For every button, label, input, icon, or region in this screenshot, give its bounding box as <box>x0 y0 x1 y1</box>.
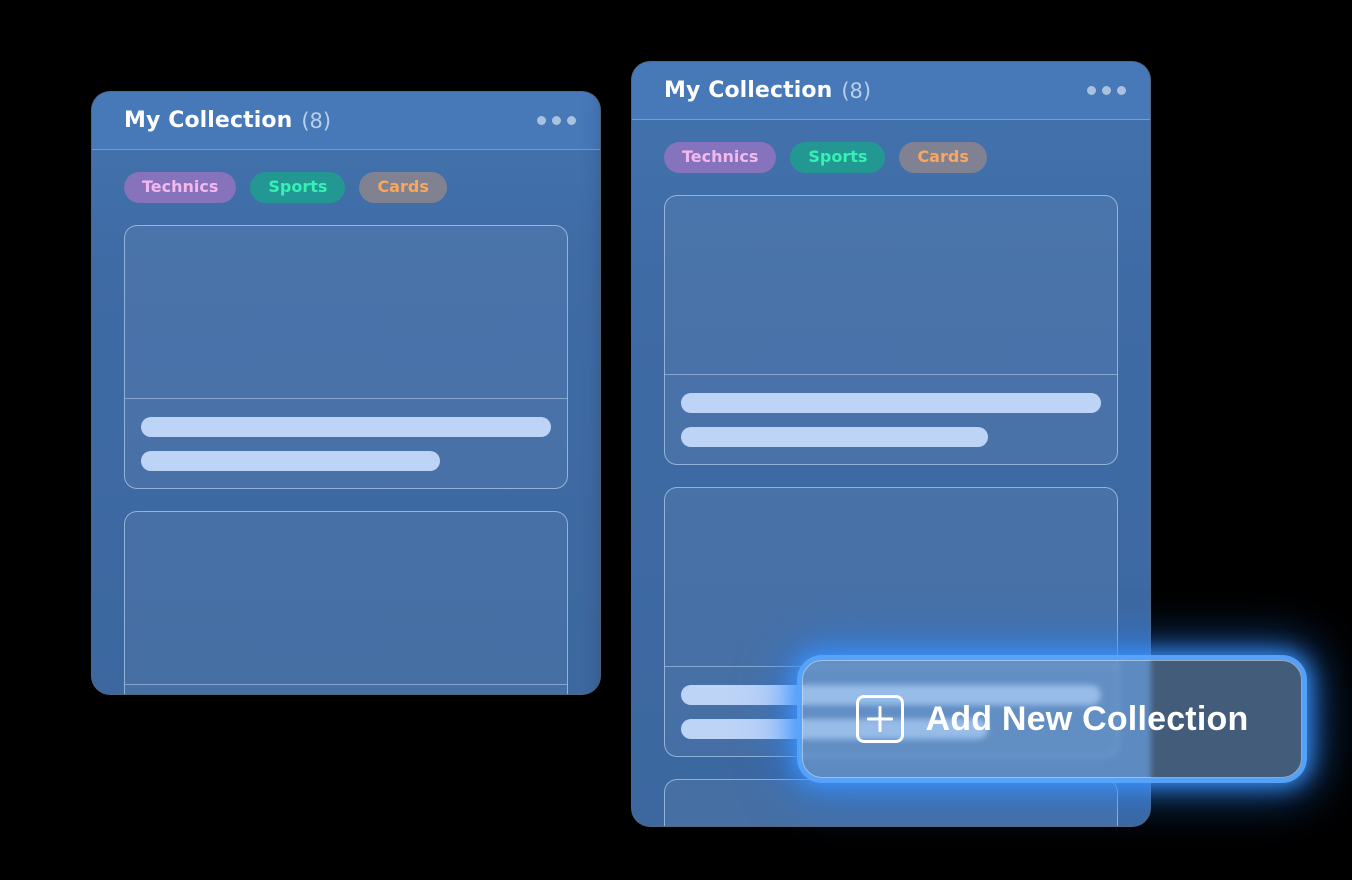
collection-card[interactable] <box>124 511 568 694</box>
card-text-placeholder <box>125 399 567 488</box>
card-thumbnail-placeholder <box>125 512 567 685</box>
card-thumbnail-placeholder <box>665 780 1117 826</box>
card-thumbnail-placeholder <box>665 196 1117 375</box>
collection-count: (8) <box>301 108 332 133</box>
chip-cards[interactable]: Cards <box>899 142 987 173</box>
add-new-collection-label: Add New Collection <box>925 699 1249 738</box>
collection-card[interactable] <box>124 225 568 489</box>
collection-card[interactable] <box>664 195 1118 465</box>
card-thumbnail-placeholder <box>125 226 567 399</box>
more-horizontal-icon[interactable] <box>535 110 578 131</box>
chip-cards[interactable]: Cards <box>359 172 447 203</box>
canvas: My Collection (8) Technics Sports Cards <box>0 0 1352 880</box>
collection-card-list <box>92 203 600 694</box>
panel-body: My Collection (8) Technics Sports Cards <box>92 92 600 694</box>
chip-technics[interactable]: Technics <box>124 172 237 203</box>
card-thumbnail-placeholder <box>665 488 1117 667</box>
panel-header: My Collection (8) <box>92 92 600 150</box>
dot-2 <box>1102 86 1111 95</box>
collection-card[interactable] <box>664 779 1118 826</box>
skeleton-line <box>681 393 1101 413</box>
skeleton-line <box>681 427 988 447</box>
more-horizontal-icon[interactable] <box>1085 80 1128 101</box>
page-title: My Collection <box>124 108 293 133</box>
skeleton-line <box>141 451 441 471</box>
dot-3 <box>567 116 576 125</box>
add-new-collection-button[interactable]: Add New Collection <box>802 660 1302 778</box>
collection-panel-left[interactable]: My Collection (8) Technics Sports Cards <box>92 92 600 694</box>
card-text-placeholder <box>665 375 1117 464</box>
category-chip-row: Technics Sports Cards <box>92 150 600 203</box>
page-title: My Collection <box>664 78 833 103</box>
dot-2 <box>552 116 561 125</box>
dot-3 <box>1117 86 1126 95</box>
dot-1 <box>537 116 546 125</box>
chip-sports[interactable]: Sports <box>250 172 346 203</box>
category-chip-row: Technics Sports Cards <box>632 120 1150 173</box>
skeleton-line <box>141 417 551 437</box>
collection-count: (8) <box>841 78 872 103</box>
chip-technics[interactable]: Technics <box>664 142 777 173</box>
card-text-placeholder <box>125 685 567 694</box>
panel-header: My Collection (8) <box>632 62 1150 120</box>
dot-1 <box>1087 86 1096 95</box>
plus-square-icon <box>855 695 904 743</box>
chip-sports[interactable]: Sports <box>790 142 886 173</box>
